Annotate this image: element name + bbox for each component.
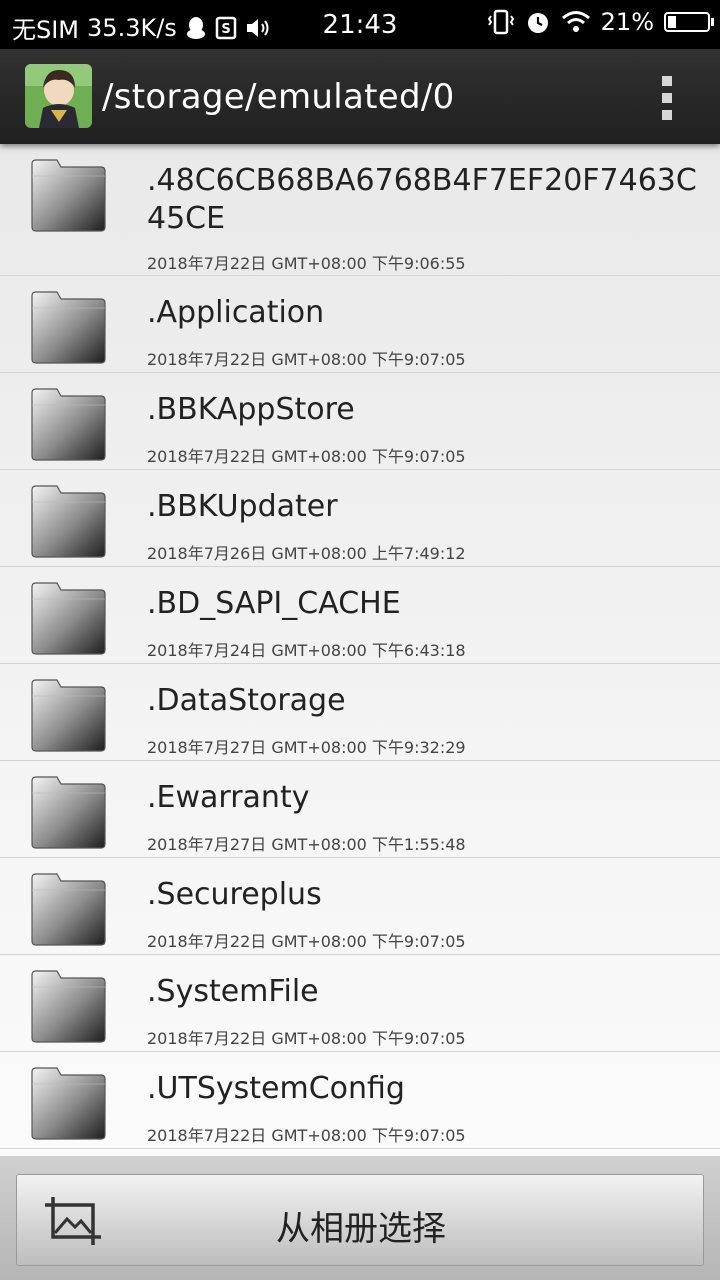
file-name: .SystemFile <box>147 974 319 1009</box>
folder-icon <box>29 581 107 656</box>
file-list: .48C6CB68BA6768B4F7EF20F7463C45CE 2018年7… <box>0 144 720 1156</box>
overflow-menu-icon[interactable] <box>654 76 680 120</box>
list-item[interactable]: .Secureplus 2018年7月22日 GMT+08:00 下午9:07:… <box>0 858 720 955</box>
list-item[interactable]: .48C6CB68BA6768B4F7EF20F7463C45CE 2018年7… <box>0 144 720 276</box>
file-date: 2018年7月27日 GMT+08:00 下午9:32:29 <box>147 738 466 757</box>
list-item[interactable]: .SystemFile 2018年7月22日 GMT+08:00 下午9:07:… <box>0 955 720 1052</box>
folder-icon <box>29 775 107 850</box>
folder-icon <box>29 969 107 1044</box>
folder-icon <box>29 387 107 462</box>
battery-level <box>668 16 676 28</box>
file-name: .DataStorage <box>147 683 346 718</box>
file-date: 2018年7月22日 GMT+08:00 下午9:07:05 <box>147 1126 466 1145</box>
album-button-label: 从相册选择 <box>276 1209 446 1249</box>
file-name: .UTSystemConfig <box>147 1071 405 1106</box>
list-item[interactable]: .UTSystemConfig 2018年7月22日 GMT+08:00 下午9… <box>0 1052 720 1149</box>
folder-icon <box>29 678 107 753</box>
file-date: 2018年7月26日 GMT+08:00 上午7:49:12 <box>147 544 466 563</box>
bottom-bar: 从相册选择 <box>0 1156 720 1280</box>
file-name: .Secureplus <box>147 877 322 912</box>
file-name: .BBKUpdater <box>147 489 338 524</box>
battery-icon <box>664 12 714 32</box>
folder-icon <box>29 1066 107 1141</box>
status-bar: 无SIM 35.3K/s S 21:43 21% <box>0 0 720 49</box>
file-date: 2018年7月24日 GMT+08:00 下午6:43:18 <box>147 641 466 660</box>
list-item[interactable]: .Application 2018年7月22日 GMT+08:00 下午9:07… <box>0 276 720 373</box>
action-bar: /storage/emulated/0 <box>0 49 720 144</box>
file-date: 2018年7月27日 GMT+08:00 下午1:55:48 <box>147 835 466 854</box>
list-item[interactable]: .BBKUpdater 2018年7月26日 GMT+08:00 上午7:49:… <box>0 470 720 567</box>
file-date: 2018年7月22日 GMT+08:00 下午9:07:05 <box>147 932 466 951</box>
app-avatar-icon[interactable] <box>25 64 92 128</box>
folder-icon <box>29 484 107 559</box>
file-name: .Ewarranty <box>147 780 310 815</box>
list-item[interactable]: .BD_SAPI_CACHE 2018年7月24日 GMT+08:00 下午6:… <box>0 567 720 664</box>
battery-percent: 21% <box>600 8 654 36</box>
list-item[interactable]: .DataStorage 2018年7月27日 GMT+08:00 下午9:32… <box>0 664 720 761</box>
vibrate-icon <box>487 9 515 35</box>
wifi-icon <box>561 10 591 34</box>
file-name: .Application <box>147 295 325 330</box>
alarm-icon <box>525 9 551 35</box>
file-name: .48C6CB68BA6768B4F7EF20F7463C45CE <box>147 163 697 236</box>
list-item[interactable]: .Ewarranty 2018年7月27日 GMT+08:00 下午1:55:4… <box>0 761 720 858</box>
folder-icon <box>29 290 107 365</box>
file-name: .BD_SAPI_CACHE <box>147 586 401 621</box>
file-name: .BBKAppStore <box>147 392 355 427</box>
list-item[interactable]: .BBKAppStore 2018年7月22日 GMT+08:00 下午9:07… <box>0 373 720 470</box>
status-right: 21% <box>487 8 714 36</box>
file-date: 2018年7月22日 GMT+08:00 下午9:07:05 <box>147 447 466 466</box>
file-date: 2018年7月22日 GMT+08:00 下午9:07:05 <box>147 350 466 369</box>
file-date: 2018年7月22日 GMT+08:00 下午9:07:05 <box>147 1029 466 1048</box>
file-date: 2018年7月22日 GMT+08:00 下午9:06:55 <box>147 254 466 273</box>
current-path-title: /storage/emulated/0 <box>102 77 455 117</box>
folder-icon <box>29 872 107 947</box>
choose-from-album-button[interactable]: 从相册选择 <box>16 1174 704 1266</box>
folder-icon <box>29 158 107 233</box>
